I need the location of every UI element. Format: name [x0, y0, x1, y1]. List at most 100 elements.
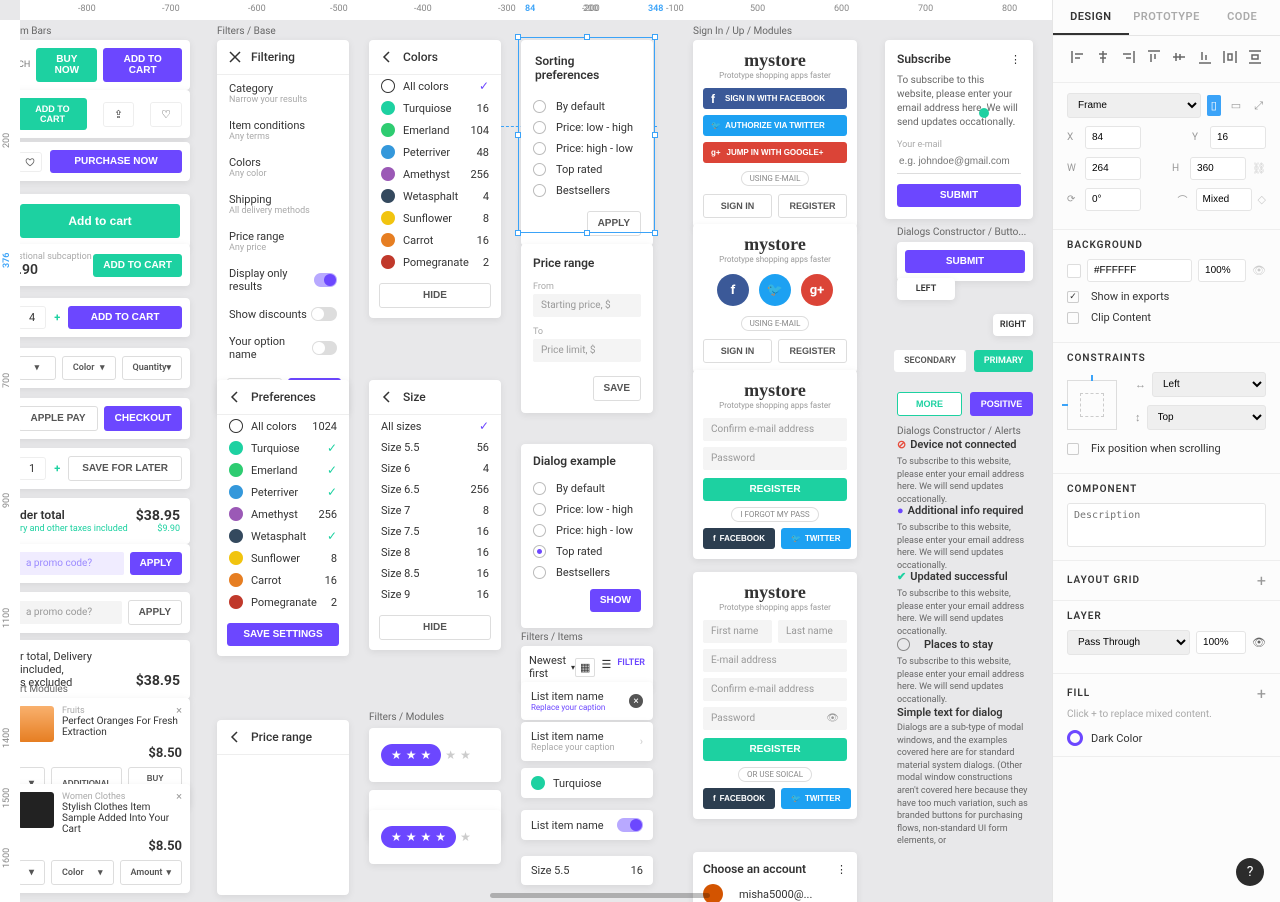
share-icon[interactable]: ⇪: [103, 102, 134, 127]
back-icon[interactable]: [229, 391, 241, 403]
fill-swatch-icon[interactable]: [1067, 730, 1083, 746]
show-exports-checkbox[interactable]: [1067, 291, 1079, 303]
constraints-widget[interactable]: [1067, 380, 1117, 430]
back-icon[interactable]: [229, 731, 241, 743]
eye-icon[interactable]: 👁: [826, 713, 839, 724]
canvas-area[interactable]: -800 -700 -600 -500 -400 -300 -200 -100 …: [0, 0, 1052, 902]
clip-content-checkbox[interactable]: [1067, 312, 1079, 324]
distribute-v-icon[interactable]: [1245, 46, 1266, 68]
corners-icon[interactable]: ◇: [1258, 193, 1266, 206]
resize-to-fit-icon[interactable]: ⤢: [1251, 96, 1266, 116]
tab-design[interactable]: DESIGN: [1053, 0, 1129, 35]
lock-icon[interactable]: ⛓: [1252, 162, 1266, 175]
email-input[interactable]: E-mail address: [703, 649, 847, 672]
toggle[interactable]: [617, 818, 643, 832]
close-icon[interactable]: [229, 51, 241, 63]
password-input[interactable]: Password👁: [703, 707, 847, 730]
filter-link[interactable]: FILTER: [617, 658, 645, 677]
facebook-button[interactable]: fFACEBOOK: [703, 788, 775, 809]
fix-position-checkbox[interactable]: [1067, 443, 1079, 455]
quantity-select[interactable]: Quantity ▾: [122, 356, 182, 380]
more-icon[interactable]: ⋮: [1010, 53, 1021, 66]
hide-button[interactable]: HIDE: [379, 283, 491, 308]
add-to-cart-button[interactable]: ADD TO CART: [68, 306, 182, 329]
save-for-later-button[interactable]: SAVE FOR LATER: [68, 456, 182, 481]
twitter-button[interactable]: 🐦TWITTER: [781, 788, 851, 809]
amount-select[interactable]: Amount ▾: [120, 860, 182, 885]
bg-color-input[interactable]: [1087, 259, 1192, 282]
plus-icon[interactable]: +: [1257, 684, 1266, 703]
signin-button[interactable]: SIGN IN: [703, 194, 772, 218]
submit-button[interactable]: SUBMIT: [897, 184, 1021, 207]
chevron-right-icon[interactable]: ›: [640, 735, 643, 748]
apply-button[interactable]: APPLY: [128, 600, 182, 625]
plus-icon[interactable]: +: [54, 311, 60, 324]
signin-button[interactable]: SIGN IN: [703, 339, 772, 363]
blend-mode-select[interactable]: Pass Through: [1067, 630, 1190, 655]
horizontal-scrollbar[interactable]: [490, 893, 710, 898]
left-button[interactable]: LEFT: [897, 278, 955, 300]
submit-button[interactable]: SUBMIT: [905, 250, 1025, 273]
bg-opacity-input[interactable]: [1198, 259, 1246, 282]
add-to-cart-button[interactable]: ADD TO CART: [93, 254, 182, 277]
color-select[interactable]: Color ▾: [51, 860, 113, 885]
frame-portrait-icon[interactable]: ▯: [1207, 95, 1221, 116]
align-left-icon[interactable]: [1067, 46, 1088, 68]
component-description[interactable]: [1067, 503, 1266, 547]
rotation-input[interactable]: [1085, 188, 1141, 211]
password-input[interactable]: Password: [703, 447, 847, 470]
list-icon[interactable]: ☰: [601, 658, 611, 677]
more-button[interactable]: MORE: [897, 392, 962, 416]
confirm-email-input[interactable]: Confirm e-mail address: [703, 678, 847, 701]
plus-icon[interactable]: +: [1257, 571, 1266, 590]
help-button[interactable]: ?: [1236, 858, 1264, 886]
email-input[interactable]: [897, 150, 1021, 174]
save-settings-button[interactable]: SAVE SETTINGS: [227, 623, 339, 646]
grid-icon[interactable]: ▦: [575, 658, 595, 677]
w-input[interactable]: [1085, 157, 1141, 180]
twitter-button[interactable]: 🐦TWITTER: [781, 528, 851, 549]
more-icon[interactable]: ⋮: [836, 863, 847, 876]
from-input[interactable]: Starting price, $: [533, 294, 641, 317]
align-right-icon[interactable]: [1118, 46, 1139, 68]
h-input[interactable]: [1190, 157, 1246, 180]
register-button[interactable]: REGISTER: [778, 194, 847, 218]
register-button[interactable]: REGISTER: [778, 339, 847, 363]
facebook-button[interactable]: fFACEBOOK: [703, 528, 775, 549]
frame-select[interactable]: Frame: [1067, 93, 1201, 118]
firstname-input[interactable]: First name: [703, 620, 772, 643]
constraint-v-select[interactable]: Top: [1147, 405, 1267, 430]
positive-button[interactable]: POSITIVE: [970, 392, 1033, 416]
heart-icon[interactable]: ♡: [150, 102, 182, 127]
register-button[interactable]: REGISTER: [703, 738, 847, 761]
right-button[interactable]: RIGHT: [993, 314, 1033, 336]
google-icon[interactable]: g+: [801, 274, 833, 306]
show-button[interactable]: SHOW: [590, 589, 641, 612]
layer-opacity-input[interactable]: [1196, 631, 1246, 654]
distribute-h-icon[interactable]: [1219, 46, 1240, 68]
to-input[interactable]: Price limit, $: [533, 339, 641, 362]
buy-now-button[interactable]: BUY NOW: [36, 48, 97, 82]
close-icon[interactable]: ×: [176, 704, 182, 717]
confirm-email-input[interactable]: Confirm e-mail address: [703, 418, 847, 441]
toggle[interactable]: [312, 341, 337, 355]
x-input[interactable]: [1085, 126, 1141, 149]
radius-input[interactable]: [1196, 188, 1252, 211]
add-to-cart-button[interactable]: ADD TO CART: [103, 48, 182, 82]
twitter-signin-button[interactable]: 🐦AUTHORIZE VIA TWITTER: [703, 115, 847, 136]
facebook-icon[interactable]: f: [717, 274, 749, 306]
google-signin-button[interactable]: g+JUMP IN WITH GOOGLE+: [703, 142, 847, 163]
align-vcenter-icon[interactable]: [1169, 46, 1190, 68]
tab-code[interactable]: CODE: [1204, 0, 1280, 35]
checkout-button[interactable]: CHECKOUT: [104, 406, 182, 431]
color-swatch[interactable]: [1067, 264, 1081, 278]
add-to-cart-button[interactable]: ADD TO CART: [18, 98, 87, 130]
close-icon[interactable]: ×: [629, 694, 643, 708]
lastname-input[interactable]: Last name: [778, 620, 847, 643]
align-bottom-icon[interactable]: [1194, 46, 1215, 68]
save-button[interactable]: SAVE: [593, 376, 642, 401]
primary-button[interactable]: PRIMARY: [974, 350, 1033, 372]
y-input[interactable]: [1210, 126, 1266, 149]
selection-frame[interactable]: [518, 37, 655, 233]
rating-pill[interactable]: ★★★: [381, 744, 441, 766]
